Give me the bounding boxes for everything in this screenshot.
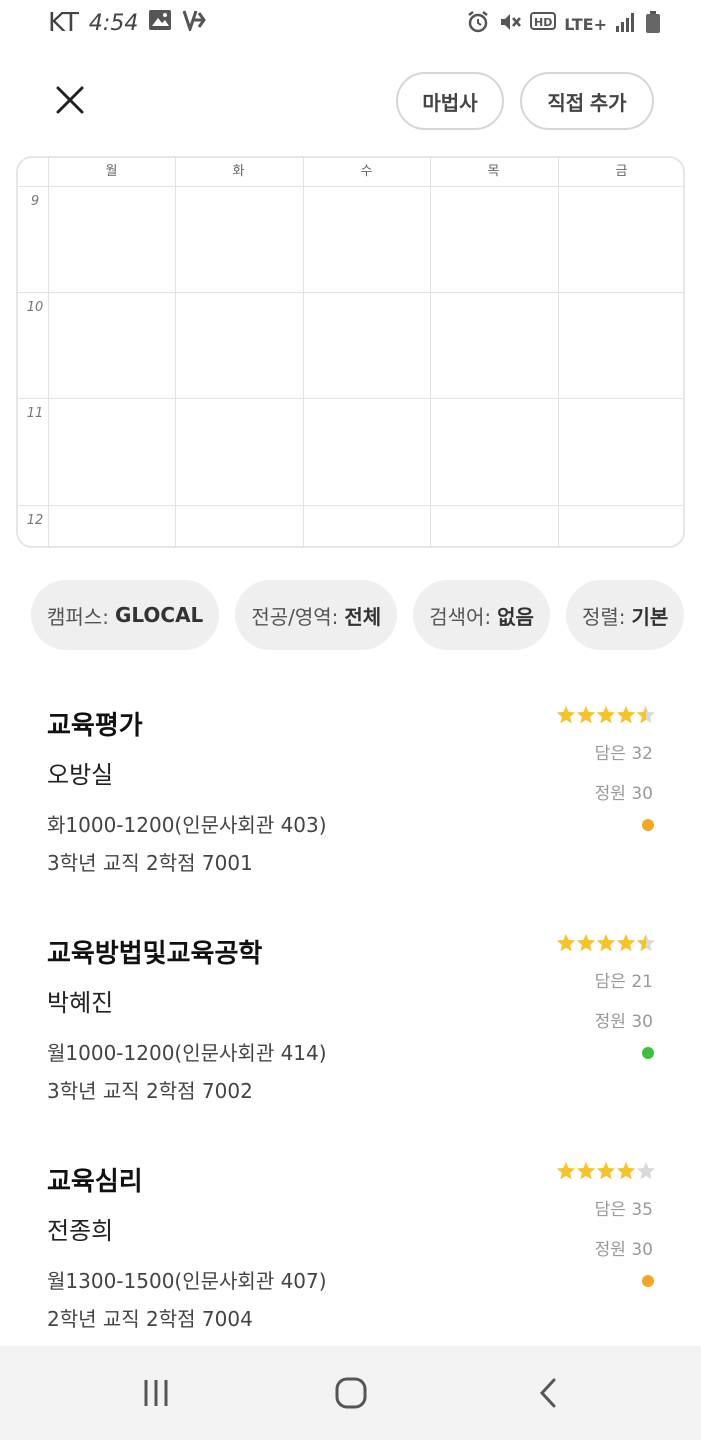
grid-line: [18, 505, 683, 506]
carrier-label: KT: [48, 8, 79, 38]
grid-line: [175, 158, 176, 546]
back-button[interactable]: [498, 1346, 598, 1440]
star-filled-icon: [576, 1162, 596, 1180]
star-filled-icon: [616, 1162, 636, 1180]
chip-value: 전체: [344, 604, 382, 629]
status-dot: [642, 1275, 654, 1287]
day-header-thu: 목: [487, 164, 500, 179]
back-icon: [539, 1378, 556, 1408]
grid-line: [558, 158, 559, 546]
chip-value: 기본: [631, 604, 669, 629]
star-filled-icon: [616, 706, 636, 724]
chip-label: 정렬:: [581, 604, 626, 629]
mute-icon: [498, 10, 522, 38]
star-filled-icon: [556, 934, 576, 952]
course-meta: 3학년 교직 2학점 7001: [47, 851, 253, 875]
close-icon: [56, 86, 84, 114]
battery-icon: [645, 10, 661, 38]
chip-label: 전공/영역:: [251, 604, 339, 629]
hd-voice-icon: HD: [530, 11, 557, 37]
course-meta: 2학년 교직 2학점 7004: [47, 1307, 253, 1331]
chip-value: 없음: [497, 604, 534, 629]
filter-row: 캠퍼스: GLOCAL 전공/영역: 전체 검색어: 없음 정렬: 기본: [31, 580, 685, 650]
star-filled-icon: [596, 1162, 616, 1180]
app-notification-icon: [182, 8, 207, 38]
grid-line: [48, 158, 49, 546]
star-filled-icon: [576, 706, 596, 724]
timetable-grid[interactable]: 월 화 수 목 금 9 10 11 12: [16, 156, 685, 548]
chip-value: GLOCAL: [114, 603, 204, 627]
course-title: 교육심리: [47, 1167, 143, 1197]
grid-line: [18, 292, 683, 293]
status-dot: [642, 819, 654, 831]
capacity-count: 정원 30: [594, 1240, 653, 1260]
rating-stars: [556, 706, 656, 724]
course-meta: 3학년 교직 2학점 7002: [47, 1079, 253, 1103]
gallery-notification-icon: [148, 8, 172, 38]
star-filled-icon: [556, 706, 576, 724]
day-header-tue: 화: [232, 164, 245, 179]
course-professor: 박혜진: [47, 989, 114, 1017]
enrolled-count: 담은 35: [594, 1200, 653, 1220]
hour-label: 11: [26, 406, 44, 421]
recent-apps-icon: [144, 1380, 168, 1406]
signal-icon: [615, 11, 637, 37]
rating-stars: [556, 1162, 656, 1180]
course-schedule: 화1000-1200(인문사회관 403): [47, 813, 327, 837]
system-nav-bar: [0, 1346, 701, 1440]
home-icon: [335, 1377, 367, 1409]
day-header-wed: 수: [360, 164, 373, 179]
status-right: HD LTE+: [466, 10, 661, 38]
grid-line: [303, 158, 304, 546]
star-filled-icon: [556, 1162, 576, 1180]
star-filled-icon: [576, 934, 596, 952]
lte-icon: LTE+: [564, 14, 607, 34]
grid-line: [430, 158, 431, 546]
status-left: KT 4:54: [48, 8, 207, 38]
star-icon: [636, 1162, 656, 1180]
sort-filter-chip[interactable]: 정렬: 기본: [565, 580, 685, 650]
hour-label: 9: [30, 194, 40, 209]
course-item[interactable]: 교육방법및교육공학 박혜진 월1000-1200(인문사회관 414) 3학년 …: [0, 933, 701, 1133]
day-header-fri: 금: [615, 164, 628, 179]
star-filled-icon: [596, 934, 616, 952]
status-dot: [642, 1047, 654, 1059]
search-filter-chip[interactable]: 검색어: 없음: [413, 580, 550, 650]
major-filter-chip[interactable]: 전공/영역: 전체: [235, 580, 398, 650]
course-professor: 오방실: [47, 761, 114, 789]
enrolled-count: 담은 21: [594, 972, 653, 992]
rating-stars: [556, 934, 656, 952]
course-item[interactable]: 교육평가 오방실 화1000-1200(인문사회관 403) 3학년 교직 2학…: [0, 705, 701, 905]
home-button[interactable]: [301, 1346, 401, 1440]
course-professor: 전종희: [47, 1217, 114, 1245]
capacity-count: 정원 30: [594, 784, 653, 804]
alarm-icon: [466, 10, 490, 38]
clock: 4:54: [88, 10, 139, 36]
hour-label: 10: [26, 300, 44, 315]
course-title: 교육방법및교육공학: [47, 939, 263, 969]
grid-line: [18, 398, 683, 399]
chip-label: 검색어:: [429, 604, 492, 629]
status-bar: KT 4:54 HD LTE+: [0, 0, 701, 50]
campus-filter-chip[interactable]: 캠퍼스: GLOCAL: [31, 580, 220, 650]
direct-add-button[interactable]: 직접 추가: [520, 72, 654, 130]
course-title: 교육평가: [47, 711, 143, 741]
course-schedule: 월1300-1500(인문사회관 407): [47, 1269, 327, 1293]
chip-label: 캠퍼스:: [47, 604, 109, 629]
capacity-count: 정원 30: [594, 1012, 653, 1032]
svg-text:HD: HD: [534, 16, 552, 29]
recent-apps-button[interactable]: [106, 1346, 206, 1440]
wizard-button[interactable]: 마법사: [396, 72, 504, 130]
course-schedule: 월1000-1200(인문사회관 414): [47, 1041, 327, 1065]
star-filled-icon: [616, 934, 636, 952]
course-item[interactable]: 교육심리 전종희 월1300-1500(인문사회관 407) 2학년 교직 2학…: [0, 1161, 701, 1361]
hour-label: 12: [26, 513, 44, 528]
close-button[interactable]: [50, 80, 90, 120]
grid-line: [18, 186, 683, 187]
enrolled-count: 담은 32: [594, 744, 653, 764]
day-header-mon: 월: [105, 164, 118, 179]
star-filled-icon: [596, 706, 616, 724]
